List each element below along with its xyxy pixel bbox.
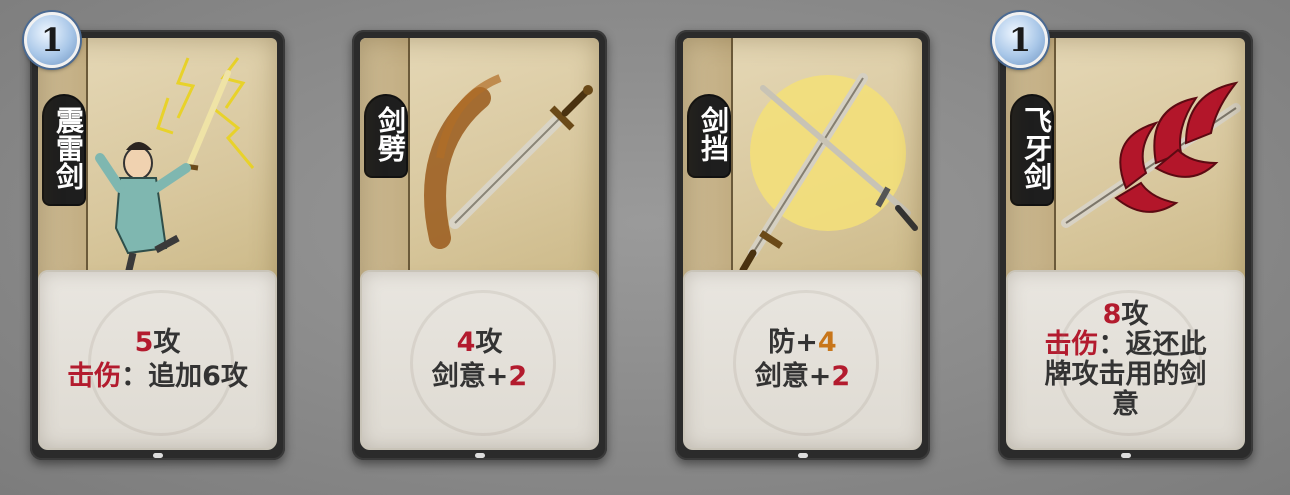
red-flying-sword-icon	[1061, 81, 1241, 228]
card-side-strip	[360, 38, 410, 293]
card-art: 剑挡	[683, 38, 922, 293]
cost-badge: 1	[992, 12, 1048, 68]
lightning-swordsman-icon	[95, 57, 255, 284]
card-title: 震雷剑	[44, 96, 85, 204]
card-title: 剑挡	[689, 96, 730, 176]
paper-watermark	[87, 290, 234, 436]
card-description: 防+4 剑意+2	[683, 270, 922, 450]
crossed-swords-icon	[739, 73, 918, 274]
card-side-strip	[683, 38, 733, 293]
card-bottom-dot	[1120, 453, 1131, 458]
card-description: 8攻 击伤：返还此 牌攻击用的剑 意	[1006, 270, 1245, 450]
card-zhen-lei-jian[interactable]: 震雷剑 5攻 击伤：追加6攻 1	[24, 12, 285, 460]
sword-slash-icon	[424, 74, 593, 249]
paper-watermark	[1055, 290, 1202, 436]
card-title: 飞牙剑	[1012, 96, 1053, 204]
card-description: 4攻 剑意+2	[360, 270, 599, 450]
card-bottom-dot	[797, 453, 808, 458]
card-art: 飞牙剑	[1006, 38, 1245, 293]
card-title: 剑劈	[366, 96, 407, 176]
card-bottom-dot	[474, 453, 485, 458]
card-side-strip	[1006, 38, 1056, 293]
cost-badge: 1	[24, 12, 80, 68]
card-fei-ya-jian[interactable]: 飞牙剑 8攻 击伤：返还此 牌攻击用的剑 意 1	[992, 12, 1253, 460]
card-bottom-dot	[152, 453, 163, 458]
card-art: 剑劈	[360, 38, 599, 293]
card-art: 震雷剑	[38, 38, 277, 293]
card-jian-pi[interactable]: 剑劈 4攻 剑意+2	[352, 30, 607, 460]
card-description: 5攻 击伤：追加6攻	[38, 270, 277, 450]
card-side-strip	[38, 38, 88, 293]
card-jian-dang[interactable]: 剑挡 防+4 剑意+2	[675, 30, 930, 460]
paper-watermark	[732, 290, 879, 436]
paper-watermark	[409, 290, 556, 436]
